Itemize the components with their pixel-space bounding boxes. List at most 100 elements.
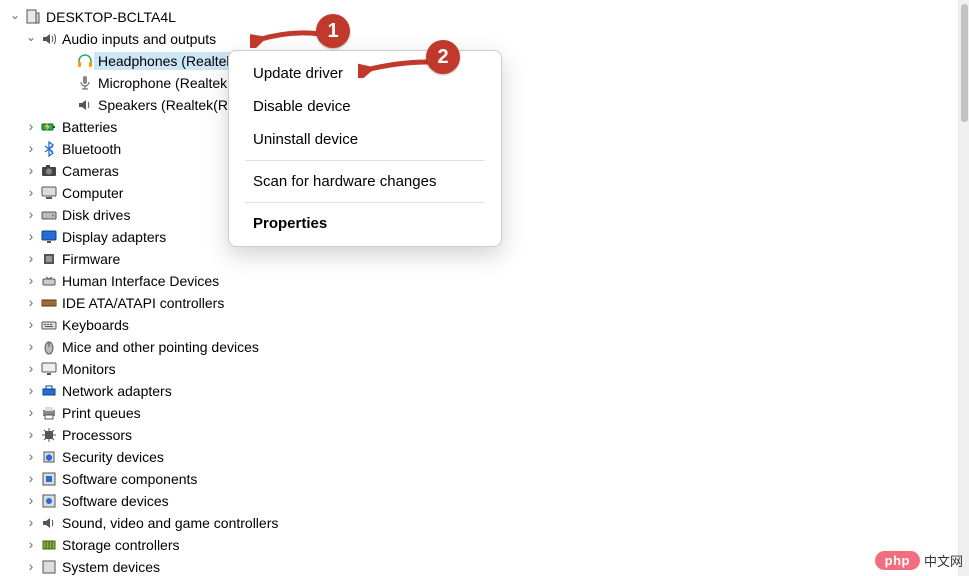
category-ide[interactable]: IDE ATA/ATAPI controllers: [4, 292, 958, 314]
category-label: Human Interface Devices: [58, 273, 219, 289]
sw-device-icon: [40, 492, 58, 510]
category-mice[interactable]: Mice and other pointing devices: [4, 336, 958, 358]
menu-properties[interactable]: Properties: [233, 207, 497, 240]
expand-icon[interactable]: [24, 560, 38, 574]
display-icon: [40, 228, 58, 246]
speaker-icon: [40, 514, 58, 532]
category-network[interactable]: Network adapters: [4, 380, 958, 402]
expand-icon[interactable]: [24, 318, 38, 332]
camera-icon: [40, 162, 58, 180]
menu-uninstall-device[interactable]: Uninstall device: [233, 123, 497, 156]
expand-icon[interactable]: [24, 142, 38, 156]
category-sw-devices[interactable]: Software devices: [4, 490, 958, 512]
category-label: System devices: [58, 559, 160, 575]
expand-icon[interactable]: [24, 450, 38, 464]
monitor-icon: [40, 360, 58, 378]
bluetooth-icon: [40, 140, 58, 158]
category-audio[interactable]: Audio inputs and outputs: [4, 28, 958, 50]
expand-icon[interactable]: [8, 10, 22, 24]
category-label: Software devices: [58, 493, 169, 509]
category-label: Display adapters: [58, 229, 166, 245]
component-icon: [40, 470, 58, 488]
category-label: Audio inputs and outputs: [58, 31, 216, 47]
tree-root[interactable]: DESKTOP-BCLTA4L: [4, 6, 958, 28]
category-label: Cameras: [58, 163, 119, 179]
chip-icon: [40, 250, 58, 268]
disk-icon: [40, 206, 58, 224]
expand-icon[interactable]: [24, 384, 38, 398]
microphone-icon: [76, 74, 94, 92]
printer-icon: [40, 404, 58, 422]
menu-separator: [245, 202, 485, 203]
category-label: Security devices: [58, 449, 164, 465]
category-print[interactable]: Print queues: [4, 402, 958, 424]
speaker-icon: [76, 96, 94, 114]
annotation-badge-2: 2: [426, 40, 460, 74]
hid-icon: [40, 272, 58, 290]
watermark-text: 中文网: [924, 551, 963, 570]
expand-icon[interactable]: [24, 296, 38, 310]
category-label: Monitors: [58, 361, 116, 377]
expand-icon[interactable]: [24, 274, 38, 288]
expand-icon[interactable]: [24, 428, 38, 442]
category-label: Computer: [58, 185, 123, 201]
category-label: Batteries: [58, 119, 117, 135]
battery-icon: [40, 118, 58, 136]
category-system[interactable]: System devices: [4, 556, 958, 576]
tree-root-label: DESKTOP-BCLTA4L: [42, 9, 176, 25]
speaker-icon: [40, 30, 58, 48]
network-icon: [40, 382, 58, 400]
watermark: php 中文网: [875, 551, 963, 570]
context-menu: Update driver Disable device Uninstall d…: [228, 50, 502, 247]
category-sound[interactable]: Sound, video and game controllers: [4, 512, 958, 534]
mouse-icon: [40, 338, 58, 356]
category-monitors[interactable]: Monitors: [4, 358, 958, 380]
category-label: Mice and other pointing devices: [58, 339, 259, 355]
expand-icon[interactable]: [24, 494, 38, 508]
category-label: Storage controllers: [58, 537, 180, 553]
category-label: Print queues: [58, 405, 141, 421]
expand-icon[interactable]: [24, 186, 38, 200]
category-label: Sound, video and game controllers: [58, 515, 278, 531]
ide-icon: [40, 294, 58, 312]
category-label: Disk drives: [58, 207, 130, 223]
annotation-arrow-2: [358, 56, 434, 78]
category-firmware[interactable]: Firmware: [4, 248, 958, 270]
keyboard-icon: [40, 316, 58, 334]
page-scrollbar[interactable]: [958, 0, 969, 576]
annotation-badge-1: 1: [316, 14, 350, 48]
expand-icon[interactable]: [24, 340, 38, 354]
expand-icon[interactable]: [24, 516, 38, 530]
expand-icon[interactable]: [24, 120, 38, 134]
category-hid[interactable]: Human Interface Devices: [4, 270, 958, 292]
category-processors[interactable]: Processors: [4, 424, 958, 446]
expand-icon[interactable]: [24, 538, 38, 552]
category-sw-components[interactable]: Software components: [4, 468, 958, 490]
menu-separator: [245, 160, 485, 161]
expand-icon[interactable]: [24, 230, 38, 244]
security-icon: [40, 448, 58, 466]
pc-icon: [40, 184, 58, 202]
system-icon: [40, 558, 58, 576]
expand-icon[interactable]: [24, 208, 38, 222]
expand-icon[interactable]: [24, 32, 38, 46]
cpu-icon: [40, 426, 58, 444]
page-scrollbar-thumb[interactable]: [961, 4, 968, 122]
category-label: IDE ATA/ATAPI controllers: [58, 295, 224, 311]
menu-scan-hardware[interactable]: Scan for hardware changes: [233, 165, 497, 198]
expand-icon[interactable]: [24, 472, 38, 486]
expand-icon[interactable]: [24, 362, 38, 376]
category-label: Keyboards: [58, 317, 129, 333]
category-keyboards[interactable]: Keyboards: [4, 314, 958, 336]
category-label: Firmware: [58, 251, 120, 267]
category-label: Processors: [58, 427, 132, 443]
expand-icon[interactable]: [24, 406, 38, 420]
menu-disable-device[interactable]: Disable device: [233, 90, 497, 123]
category-security[interactable]: Security devices: [4, 446, 958, 468]
expand-icon[interactable]: [24, 252, 38, 266]
expand-icon[interactable]: [24, 164, 38, 178]
category-label: Bluetooth: [58, 141, 121, 157]
category-storage[interactable]: Storage controllers: [4, 534, 958, 556]
watermark-pill: php: [875, 551, 920, 570]
category-label: Network adapters: [58, 383, 172, 399]
